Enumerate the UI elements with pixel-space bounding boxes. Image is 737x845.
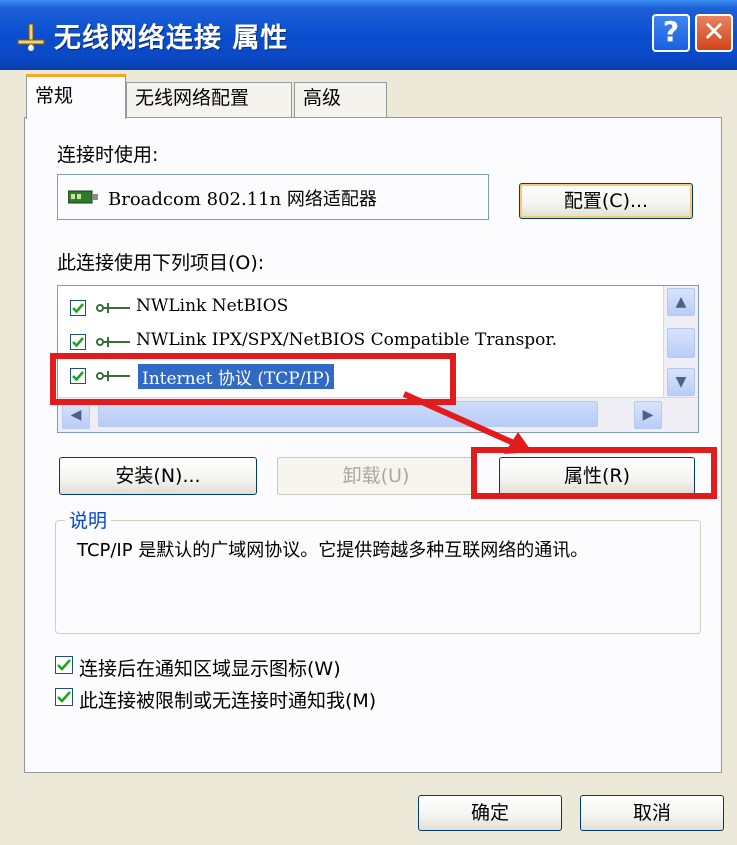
install-button[interactable]: 安装(N)... bbox=[59, 457, 257, 495]
vertical-scrollbar[interactable]: ▲ ▼ bbox=[663, 286, 698, 400]
description-title: 说明 bbox=[65, 506, 112, 533]
properties-dialog: 无线网络连接 属性 ? ✕ 常规 无线网络配置 高级 连接时使用: Broadc… bbox=[0, 0, 737, 845]
tab-wireless-config[interactable]: 无线网络配置 bbox=[126, 82, 292, 118]
item-checkbox[interactable] bbox=[70, 334, 86, 350]
window-title: 无线网络连接 属性 bbox=[54, 23, 289, 54]
item-label: NWLink NetBIOS bbox=[136, 296, 289, 316]
adapter-field: Broadcom 802.11n 网络适配器 bbox=[57, 174, 489, 220]
network-connection-icon bbox=[17, 23, 45, 51]
adapter-name: Broadcom 802.11n 网络适配器 bbox=[108, 189, 377, 210]
protocol-icon bbox=[96, 337, 130, 347]
description-groupbox bbox=[55, 520, 701, 634]
help-button[interactable]: ? bbox=[652, 14, 690, 52]
connect-using-label: 连接时使用: bbox=[57, 144, 159, 166]
item-label: NWLink IPX/SPX/NetBIOS Compatible Transp… bbox=[136, 330, 558, 350]
scroll-up-icon[interactable]: ▲ bbox=[667, 288, 695, 316]
cancel-button[interactable]: 取消 bbox=[580, 795, 724, 831]
show-icon-checkbox[interactable] bbox=[55, 656, 73, 674]
uninstall-button[interactable]: 卸载(U) bbox=[277, 457, 475, 495]
close-button[interactable]: ✕ bbox=[695, 14, 733, 52]
protocol-icon bbox=[96, 303, 130, 313]
scroll-left-icon[interactable]: ◀ bbox=[62, 401, 90, 429]
show-icon-label: 连接后在通知区域显示图标(W) bbox=[79, 658, 341, 680]
scroll-right-icon[interactable]: ▶ bbox=[634, 401, 662, 429]
scroll-down-icon[interactable]: ▼ bbox=[667, 368, 695, 396]
notify-label: 此连接被限制或无连接时通知我(M) bbox=[79, 690, 377, 712]
annotation-arrow-icon bbox=[402, 391, 532, 454]
general-tab-panel: 连接时使用: Broadcom 802.11n 网络适配器 配置(C)... 此… bbox=[24, 117, 722, 773]
network-adapter-icon bbox=[68, 190, 98, 204]
tab-advanced[interactable]: 高级 bbox=[294, 82, 387, 118]
scroll-thumb[interactable] bbox=[667, 328, 695, 358]
notify-checkbox[interactable] bbox=[55, 688, 73, 706]
highlight-box-selected-item bbox=[50, 353, 456, 405]
description-text: TCP/IP 是默认的广域网协议。它提供跨越多种互联网络的通讯。 bbox=[77, 540, 589, 561]
tab-general[interactable]: 常规 bbox=[26, 74, 126, 119]
items-label: 此连接使用下列项目(O): bbox=[57, 252, 265, 274]
title-bar[interactable]: 无线网络连接 属性 ? ✕ bbox=[0, 0, 737, 70]
item-checkbox[interactable] bbox=[70, 300, 86, 316]
configure-button[interactable]: 配置(C)... bbox=[519, 183, 693, 219]
ok-button[interactable]: 确定 bbox=[418, 795, 562, 831]
list-item[interactable]: NWLink NetBIOS bbox=[58, 294, 668, 326]
